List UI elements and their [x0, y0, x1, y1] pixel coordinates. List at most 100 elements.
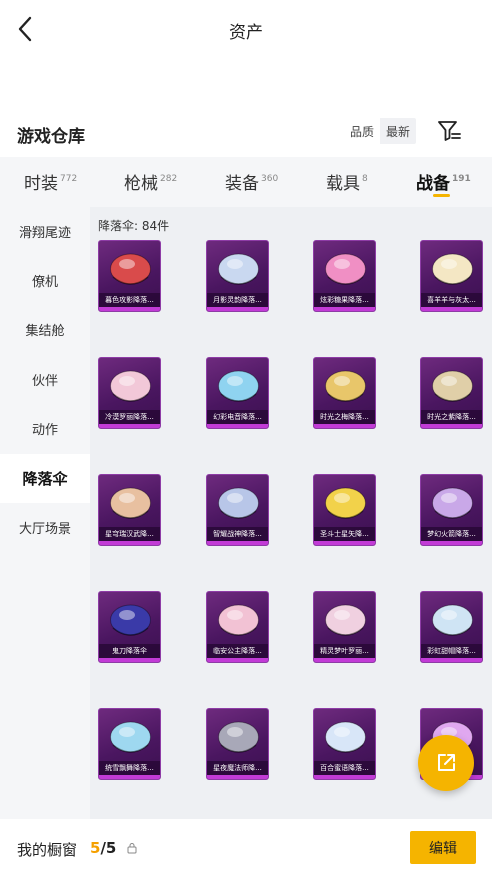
item-label: 时光之梅降落... — [314, 410, 375, 424]
rarity-bar — [99, 424, 160, 428]
rarity-bar — [207, 424, 268, 428]
item-label: 月影灵韵降落... — [207, 293, 268, 307]
parachute-art — [432, 604, 473, 636]
item-label: 炫彩糖果降落... — [314, 293, 375, 307]
item-label: 冷漠罗丽降落... — [99, 410, 160, 424]
parachute-item[interactable]: 炫彩糖果降落... — [313, 240, 376, 312]
sort-toggle: 品质 最新 — [344, 118, 417, 144]
parachute-item[interactable]: 精灵梦叶罗丽... — [313, 591, 376, 663]
tab-count: 772 — [60, 174, 78, 184]
parachute-item[interactable]: 鬼刀降落伞 — [98, 591, 161, 663]
parachute-art — [432, 253, 473, 285]
item-label: 喜羊羊与灰太... — [421, 293, 482, 307]
parachute-item[interactable]: 星穹瑞汉武降... — [98, 474, 161, 546]
sidebar-item-companion[interactable]: 伙伴 — [0, 355, 90, 404]
rarity-bar — [99, 307, 160, 311]
parachute-item[interactable]: 幻彩电音降落... — [206, 357, 269, 429]
showcase-current: 5 — [90, 839, 101, 857]
parachute-art — [110, 604, 151, 636]
rarity-bar — [421, 658, 482, 662]
lock-icon — [127, 843, 137, 854]
showcase-bar: 我的橱窗 5/5 编辑 — [0, 819, 492, 876]
item-label: 暮色攻影降落... — [99, 293, 160, 307]
tab-vehicles[interactable]: 载具 8 — [326, 169, 368, 194]
sidebar-item-lobby-scene[interactable]: 大厅场景 — [0, 503, 90, 552]
parachute-item[interactable]: 圣斗士星矢降... — [313, 474, 376, 546]
parachute-art — [218, 487, 259, 519]
sidebar: 滑翔尾迹 僚机 集结舱 伙伴 动作 降落伞 大厅场景 — [0, 207, 90, 819]
filter-icon — [438, 121, 461, 141]
sidebar-item-glide-trail[interactable]: 滑翔尾迹 — [0, 207, 90, 256]
sort-newest-button[interactable]: 最新 — [380, 118, 417, 144]
parachute-art — [110, 370, 151, 402]
tab-count: 8 — [362, 174, 368, 184]
edit-button[interactable]: 编辑 — [410, 831, 476, 864]
rarity-bar — [207, 541, 268, 545]
item-label: 梦幻火箭降落... — [421, 527, 482, 541]
page-title: 资产 — [229, 23, 263, 43]
rarity-bar — [314, 658, 375, 662]
tab-equipment[interactable]: 装备 360 — [225, 169, 278, 194]
sidebar-item-emote[interactable]: 动作 — [0, 404, 90, 453]
section-title: 游戏仓库 — [17, 127, 85, 147]
rarity-bar — [314, 424, 375, 428]
parachute-item[interactable]: 时光之梅降落... — [313, 357, 376, 429]
parachute-art — [218, 370, 259, 402]
rarity-bar — [99, 541, 160, 545]
parachute-art — [218, 253, 259, 285]
item-label: 临安公主降落... — [207, 644, 268, 658]
parachute-item[interactable]: 月影灵韵降落... — [206, 240, 269, 312]
showcase-label: 我的橱窗 — [17, 841, 78, 859]
rarity-bar — [314, 541, 375, 545]
tab-count: 282 — [160, 174, 178, 184]
parachute-item[interactable]: 星夜魔法师降... — [206, 708, 269, 780]
item-label: 百合蜜语降落... — [314, 761, 375, 775]
rarity-bar — [207, 307, 268, 311]
tab-guns[interactable]: 枪械 282 — [124, 169, 177, 194]
item-label: 时光之紫降落... — [421, 410, 482, 424]
tab-count: 360 — [261, 174, 279, 184]
parachute-item[interactable]: 冷漠罗丽降落... — [98, 357, 161, 429]
item-label: 精灵梦叶罗丽... — [314, 644, 375, 658]
parachute-item[interactable]: 喜羊羊与灰太... — [420, 240, 483, 312]
item-label: 星夜魔法师降... — [207, 761, 268, 775]
sidebar-item-wingman[interactable]: 僚机 — [0, 256, 90, 305]
parachute-item[interactable]: 梦幻火箭降落... — [420, 474, 483, 546]
active-tab-indicator — [433, 194, 450, 197]
sidebar-item-pod[interactable]: 集结舱 — [0, 305, 90, 354]
sidebar-item-parachute[interactable]: 降落伞 — [0, 454, 90, 503]
tab-label: 战备 — [416, 174, 450, 194]
parachute-art — [432, 487, 473, 519]
parachute-item[interactable]: 智耀战神降落... — [206, 474, 269, 546]
tab-count: 191 — [452, 174, 471, 184]
external-share-icon — [438, 754, 455, 771]
item-grid: 降落伞: 84件 暮色攻影降落... 月影灵韵降落... 炫彩糖果降落... 喜羊羊与… — [90, 207, 492, 819]
rarity-bar — [314, 775, 375, 779]
item-label: 智耀战神降落... — [207, 527, 268, 541]
parachute-art — [432, 370, 473, 402]
parachute-art — [325, 721, 366, 753]
rarity-bar — [207, 658, 268, 662]
parachute-item[interactable]: 统雪飘舞降落... — [98, 708, 161, 780]
item-label: 鬼刀降落伞 — [99, 644, 160, 658]
item-label: 幻彩电音降落... — [207, 410, 268, 424]
parachute-item[interactable]: 彩虹甜帽降落... — [420, 591, 483, 663]
parachute-item[interactable]: 时光之紫降落... — [420, 357, 483, 429]
share-fab[interactable] — [418, 735, 474, 791]
tab-readiness[interactable]: 战备 191 — [416, 169, 471, 194]
parachute-art — [110, 253, 151, 285]
parachute-art — [110, 487, 151, 519]
rarity-bar — [99, 658, 160, 662]
sort-quality-button[interactable]: 品质 — [344, 118, 381, 144]
parachute-item[interactable]: 暮色攻影降落... — [98, 240, 161, 312]
parachute-art — [218, 721, 259, 753]
rarity-bar — [314, 307, 375, 311]
grid-heading: 降落伞: 84件 — [98, 219, 170, 233]
tab-label: 载具 — [326, 174, 360, 194]
parachute-item[interactable]: 百合蜜语降落... — [313, 708, 376, 780]
parachute-art — [218, 604, 259, 636]
tab-fashion[interactable]: 时装 772 — [24, 169, 77, 194]
rarity-bar — [421, 541, 482, 545]
filter-button[interactable] — [436, 119, 462, 143]
parachute-item[interactable]: 临安公主降落... — [206, 591, 269, 663]
